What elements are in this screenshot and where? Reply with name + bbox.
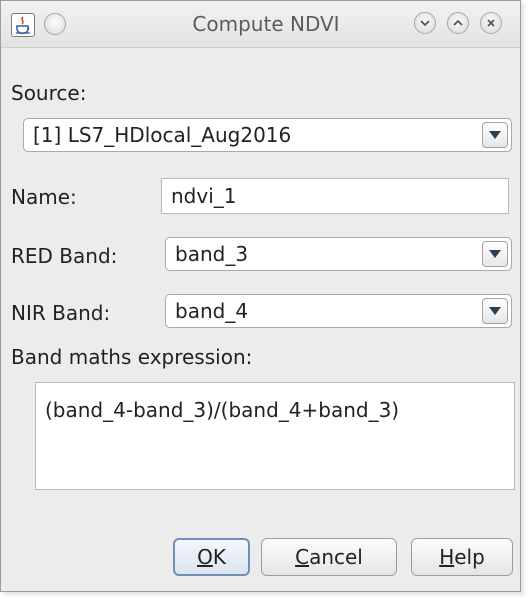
- window-menu-dot[interactable]: [44, 13, 66, 35]
- title-bar[interactable]: Compute NDVI: [1, 1, 520, 48]
- name-label: Name:: [11, 185, 77, 209]
- chevron-down-icon[interactable]: [482, 122, 508, 148]
- source-dropdown[interactable]: [1] LS7_HDlocal_Aug2016: [23, 118, 512, 152]
- help-mnemonic: H: [439, 545, 455, 569]
- cancel-button[interactable]: Cancel: [261, 538, 397, 576]
- minimize-icon[interactable]: [414, 12, 436, 34]
- maximize-icon[interactable]: [447, 12, 469, 34]
- source-selected-value: [1] LS7_HDlocal_Aug2016: [33, 123, 292, 147]
- java-app-icon[interactable]: [11, 13, 35, 37]
- name-field[interactable]: ndvi_1: [161, 178, 509, 214]
- nir-band-dropdown[interactable]: band_4: [165, 294, 512, 328]
- red-band-label: RED Band:: [11, 244, 118, 268]
- cancel-label-rest: ancel: [309, 545, 363, 569]
- expression-label: Band maths expression:: [11, 345, 253, 369]
- compute-ndvi-dialog: Compute NDVI Source: [1] LS7_HDlocal_Aug…: [0, 0, 521, 592]
- chevron-down-icon[interactable]: [482, 298, 508, 324]
- source-label: Source:: [11, 81, 87, 105]
- help-label-rest: elp: [454, 545, 485, 569]
- nir-band-label: NIR Band:: [11, 301, 111, 325]
- chevron-down-icon[interactable]: [482, 241, 508, 267]
- ok-label-rest: K: [212, 545, 226, 569]
- name-value: ndvi_1: [171, 184, 237, 208]
- expression-textarea[interactable]: (band_4-band_3)/(band_4+band_3): [35, 382, 515, 490]
- help-button[interactable]: Help: [411, 538, 513, 576]
- close-icon[interactable]: [480, 12, 502, 34]
- window-title: Compute NDVI: [192, 12, 340, 36]
- ok-button[interactable]: OK: [173, 538, 250, 576]
- expression-value: (band_4-band_3)/(band_4+band_3): [45, 398, 400, 422]
- ok-mnemonic: O: [197, 545, 213, 569]
- red-band-dropdown[interactable]: band_3: [165, 237, 512, 271]
- nir-band-selected-value: band_4: [175, 299, 249, 323]
- cancel-mnemonic: C: [295, 545, 310, 569]
- red-band-selected-value: band_3: [175, 242, 249, 266]
